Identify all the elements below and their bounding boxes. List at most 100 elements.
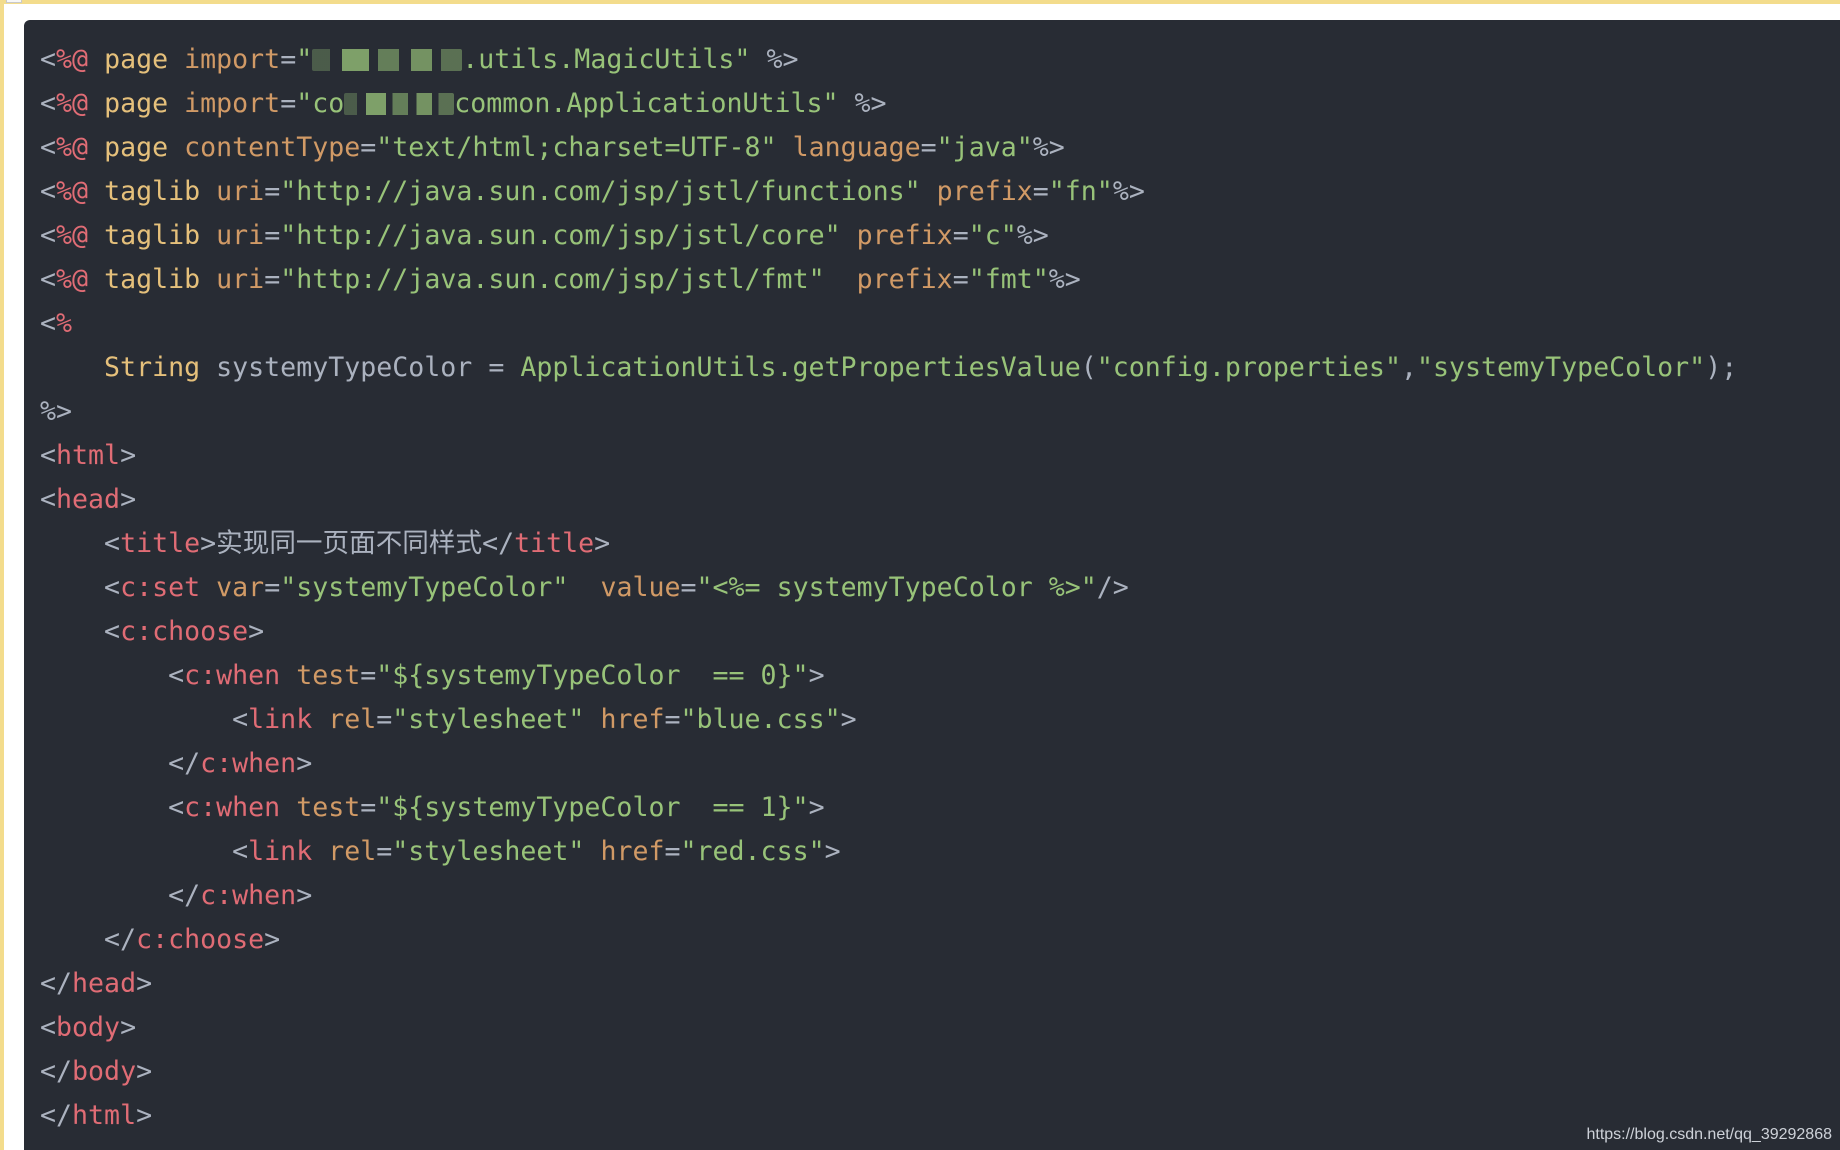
code-token: uri [216,176,265,207]
code-token: c:when [184,660,281,691]
code-token: = [376,704,393,735]
code-token: taglib [104,176,201,207]
code-token: "systemyTypeColor" [280,572,569,603]
code-token: language [792,132,921,163]
code-line: <c:choose> [40,610,1737,654]
code-token: "red.css" [680,836,825,867]
code-token: = [280,88,297,119]
code-token: c:choose [136,924,265,955]
code-token: ); [1705,352,1738,383]
code-token: < [40,440,57,471]
code-token: taglib [104,220,201,251]
code-token: "fmt" [968,264,1049,295]
code-token: = [664,836,681,867]
code-token: %> [1048,264,1081,295]
code-token: < [40,264,57,295]
code-token: %> [854,88,887,119]
code-token: %> [766,44,799,75]
code-token: = [360,132,377,163]
code-token: </ [104,924,137,955]
code-token: < [168,660,185,691]
code-token: %@ [56,264,89,295]
code-token: = [920,132,937,163]
code-token: "http://java.sun.com/jsp/jstl/core" [280,220,841,251]
code-token: % [56,308,73,339]
code-token: = [664,704,681,735]
code-token: ( [1080,352,1097,383]
code-token: </ [168,880,201,911]
code-token: %@ [56,220,89,251]
code-token: c:when [184,792,281,823]
code-line: <%@ taglib uri="http://java.sun.com/jsp/… [40,258,1737,302]
code-token: < [40,484,57,515]
code-token: %> [1112,176,1145,207]
code-token: "http://java.sun.com/jsp/jstl/functions" [280,176,921,207]
code-token: > [120,484,137,515]
code-token: < [232,836,249,867]
code-token: prefix [856,220,953,251]
code-token: link [248,836,313,867]
copy-icon[interactable] [6,0,22,3]
code-token: page [104,132,169,163]
code-token: "${systemyTypeColor == 1}" [376,792,809,823]
top-border [0,0,1840,4]
code-token: "fn" [1048,176,1113,207]
code-line: <%@ page import="co common.ApplicationUti… [40,82,1737,126]
code-token: " [296,44,313,75]
code-token: "co [296,88,345,119]
code-token: body [72,1056,137,1087]
code-token: < [232,704,249,735]
code-token: > [248,616,265,647]
code-token: html [56,440,121,471]
code-token: %@ [56,44,89,75]
code-token: < [40,44,57,75]
code-line: <html> [40,434,1737,478]
code-listing: <%@ page import=" .utils.MagicUtils" %> <%… [40,38,1737,1138]
code-token: = [264,264,281,295]
code-token: = [360,792,377,823]
code-line: <c:when test="${systemyTypeColor == 0}"> [40,654,1737,698]
code-block: <%@ page import=" .utils.MagicUtils" %> <%… [24,20,1840,1150]
code-token: < [40,308,57,339]
code-line: </c:choose> [40,918,1737,962]
code-token: head [56,484,121,515]
code-token: "config.properties" [1096,352,1401,383]
code-line: <link rel="stylesheet" href="red.css"> [40,830,1737,874]
code-token: html [72,1100,137,1131]
code-line: <% [40,302,1737,346]
code-token: c:set [120,572,201,603]
code-token: < [40,88,57,119]
code-token: import [184,44,281,75]
code-token: head [72,968,137,999]
code-token: = [1032,176,1049,207]
code-token: %@ [56,88,89,119]
code-token: value [600,572,681,603]
code-token: < [104,572,121,603]
code-token: = [680,572,697,603]
code-token: systemyTypeColor = [200,352,521,383]
code-token: "${systemyTypeColor == 0}" [376,660,809,691]
code-line: <c:set var="systemyTypeColor" value="<%=… [40,566,1737,610]
code-token: > [136,1056,153,1087]
code-token: var [216,572,265,603]
code-token: > [264,924,281,955]
code-line: </c:when> [40,874,1737,918]
code-token: , [1400,352,1417,383]
code-token: "stylesheet" [392,704,585,735]
